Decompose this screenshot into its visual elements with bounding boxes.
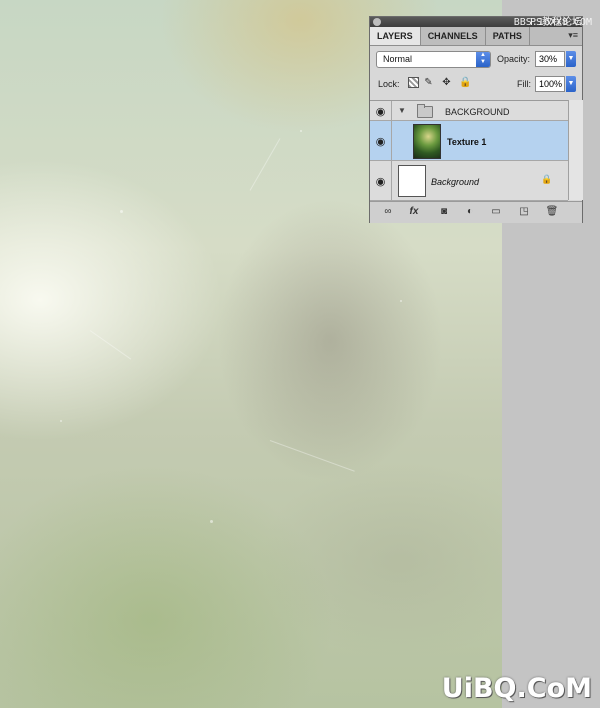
fill-input[interactable]: 100%: [535, 76, 565, 92]
fill-label: Fill:: [517, 79, 531, 89]
lock-brush-icon[interactable]: ✎: [423, 77, 434, 88]
adjustment-icon[interactable]: ◐: [462, 206, 478, 218]
eye-icon[interactable]: ◉: [373, 105, 388, 118]
watermark-top-line2: BBS.16XX8.COM: [513, 17, 592, 28]
blend-row: Normal ▲ ▼ Opacity: 30% ▼: [370, 46, 582, 70]
lock-all-icon[interactable]: 🔒: [459, 77, 471, 88]
texture-speck: [210, 520, 213, 523]
folder-icon[interactable]: ▭: [488, 206, 504, 218]
watermark-bottom: UiBQ.CoM: [441, 673, 592, 704]
lock-label: Lock:: [378, 79, 400, 89]
blend-mode-value: Normal: [383, 54, 413, 64]
layer-list: ◉ ▼ BACKGROUND ◉ Texture 1 ◉ Background …: [370, 100, 568, 201]
blend-mode-stepper-icon[interactable]: ▲ ▼: [476, 52, 490, 67]
opacity-label: Opacity:: [497, 54, 531, 64]
tab-paths[interactable]: PATHS: [486, 27, 530, 45]
texture-speck: [400, 300, 402, 302]
lock-move-icon[interactable]: ✥: [441, 77, 452, 88]
layer-name: BACKGROUND: [445, 107, 510, 117]
layer-row-texture[interactable]: ◉ Texture 1: [370, 121, 568, 161]
layer-row-group[interactable]: ◉ ▼ BACKGROUND: [370, 101, 568, 121]
layer-list-scrollbar[interactable]: [568, 100, 583, 200]
tab-layers[interactable]: LAYERS: [370, 27, 421, 45]
opacity-input[interactable]: 30%: [535, 51, 565, 67]
panel-tabs: LAYERS CHANNELS PATHS ▾≡: [370, 27, 582, 46]
layer-name: Background: [431, 177, 480, 187]
panel-menu-icon[interactable]: ▾≡: [568, 30, 578, 41]
layer-thumbnail: [398, 165, 426, 197]
texture-speck: [60, 420, 62, 422]
texture-speck: [120, 210, 123, 213]
eye-icon[interactable]: ◉: [373, 175, 388, 188]
lock-transparent-icon[interactable]: [408, 77, 419, 88]
folder-icon: [417, 104, 433, 118]
layer-name: Texture 1: [447, 137, 487, 147]
fx-icon[interactable]: fx: [406, 206, 422, 218]
layer-row-background[interactable]: ◉ Background 🔒: [370, 161, 568, 201]
eye-icon[interactable]: ◉: [373, 135, 388, 148]
new-layer-icon[interactable]: ◳: [516, 206, 532, 218]
blend-mode-select[interactable]: Normal ▲ ▼: [376, 51, 491, 68]
link-icon[interactable]: ∞: [380, 206, 396, 218]
lock-icon: 🔒: [541, 174, 553, 184]
panel-bottom-bar: ∞ fx ◙ ◐ ▭ ◳ 🗑: [370, 201, 582, 223]
fill-dropdown-icon[interactable]: ▼: [566, 76, 576, 92]
panel-close-button[interactable]: [373, 18, 381, 26]
layers-panel: PS教程论坛 LAYERS CHANNELS PATHS ▾≡ Normal ▲…: [369, 16, 583, 223]
tab-channels[interactable]: CHANNELS: [421, 27, 486, 45]
lock-row: Lock: ✎ ✥ 🔒 Fill: 100% ▼: [370, 70, 582, 96]
texture-scratch: [269, 440, 355, 472]
texture-speck: [300, 130, 302, 132]
opacity-dropdown-icon[interactable]: ▼: [566, 51, 576, 67]
mask-icon[interactable]: ◙: [436, 206, 452, 218]
texture-scratch: [249, 138, 281, 191]
layer-thumbnail: [413, 124, 441, 159]
texture-scratch: [89, 330, 132, 360]
trash-icon[interactable]: 🗑: [544, 206, 560, 218]
group-expand-arrow-icon[interactable]: ▼: [398, 106, 406, 115]
